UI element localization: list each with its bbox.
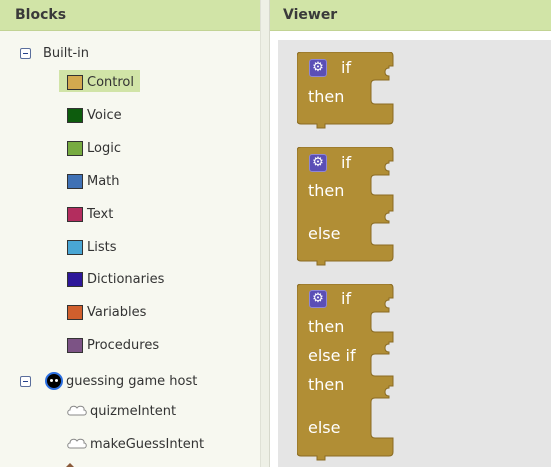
lists-swatch-icon xyxy=(67,240,83,255)
category-label: Math xyxy=(87,174,120,189)
category-label: Procedures xyxy=(87,338,160,353)
intent-label: quizmeIntent xyxy=(90,403,177,419)
text-swatch-icon xyxy=(67,207,83,222)
category-procedures[interactable]: Procedures xyxy=(59,333,165,355)
builtin-label: Built-in xyxy=(43,46,90,61)
control-swatch-icon xyxy=(67,75,83,90)
else-if-keyword: else if xyxy=(308,346,356,365)
else-keyword: else xyxy=(308,418,341,437)
mutator-gear-icon[interactable]: ⚙ xyxy=(309,154,327,172)
category-voice[interactable]: Voice xyxy=(59,103,128,125)
agent-label: guessing game host xyxy=(66,373,198,389)
category-label: Control xyxy=(87,75,134,90)
category-logic[interactable]: Logic xyxy=(59,136,127,158)
category-control[interactable]: Control xyxy=(59,70,140,92)
agent-avatar-icon xyxy=(45,372,63,390)
collapse-icon[interactable] xyxy=(20,375,31,387)
if-then-else-block[interactable]: ⚙ if then else xyxy=(296,146,397,271)
category-variables[interactable]: Variables xyxy=(59,300,152,322)
dictionaries-swatch-icon xyxy=(67,272,83,287)
tree-node-builtin[interactable]: Built-in xyxy=(20,46,89,61)
category-math[interactable]: Math xyxy=(59,169,126,191)
then-keyword: then xyxy=(308,87,345,106)
intent-item[interactable]: quizmeIntent xyxy=(66,403,176,419)
if-keyword: if xyxy=(341,58,352,77)
intent-label: makeGuessIntent xyxy=(90,436,205,452)
category-label: Voice xyxy=(87,108,122,123)
collapse-icon[interactable] xyxy=(20,48,31,59)
speech-cloud-icon xyxy=(67,405,87,416)
if-elseif-block-shape xyxy=(296,283,394,461)
math-swatch-icon xyxy=(67,174,83,189)
category-label: Logic xyxy=(87,141,121,156)
viewer-title: Viewer xyxy=(270,0,551,31)
else-keyword: else xyxy=(308,224,341,243)
mutator-gear-icon[interactable]: ⚙ xyxy=(309,290,327,308)
voice-swatch-icon xyxy=(67,108,83,123)
then-keyword: then xyxy=(308,181,345,200)
category-label: Variables xyxy=(87,305,147,320)
blocks-panel-title: Blocks xyxy=(0,0,260,31)
then-keyword: then xyxy=(308,317,345,336)
speech-cloud-icon xyxy=(67,438,87,449)
procedures-swatch-icon xyxy=(67,338,83,353)
if-keyword: if xyxy=(341,289,352,308)
partial-item-icon xyxy=(66,463,74,467)
mutator-gear-icon[interactable]: ⚙ xyxy=(309,59,327,77)
blocks-panel: Blocks Built-in Control Voice Logic Math… xyxy=(0,0,261,467)
tree-node-agent[interactable]: guessing game host xyxy=(20,372,197,390)
if-elseif-else-block[interactable]: ⚙ if then else if then else xyxy=(296,283,397,467)
if-keyword: if xyxy=(341,153,352,172)
category-text[interactable]: Text xyxy=(59,202,119,224)
blocks-workspace[interactable]: ⚙ if then ⚙ if then else ⚙ if then else … xyxy=(278,40,551,467)
intent-item[interactable]: makeGuessIntent xyxy=(66,436,204,452)
category-label: Lists xyxy=(87,240,117,255)
category-label: Dictionaries xyxy=(87,272,165,287)
category-label: Text xyxy=(87,207,114,222)
variables-swatch-icon xyxy=(67,305,83,320)
if-then-block[interactable]: ⚙ if then xyxy=(296,51,397,136)
category-lists[interactable]: Lists xyxy=(59,235,123,257)
logic-swatch-icon xyxy=(67,141,83,156)
then-keyword: then xyxy=(308,375,345,394)
viewer-panel: Viewer ⚙ if then ⚙ if then else ⚙ if the… xyxy=(270,0,551,467)
panel-splitter[interactable] xyxy=(261,0,270,467)
category-dictionaries[interactable]: Dictionaries xyxy=(59,267,170,289)
